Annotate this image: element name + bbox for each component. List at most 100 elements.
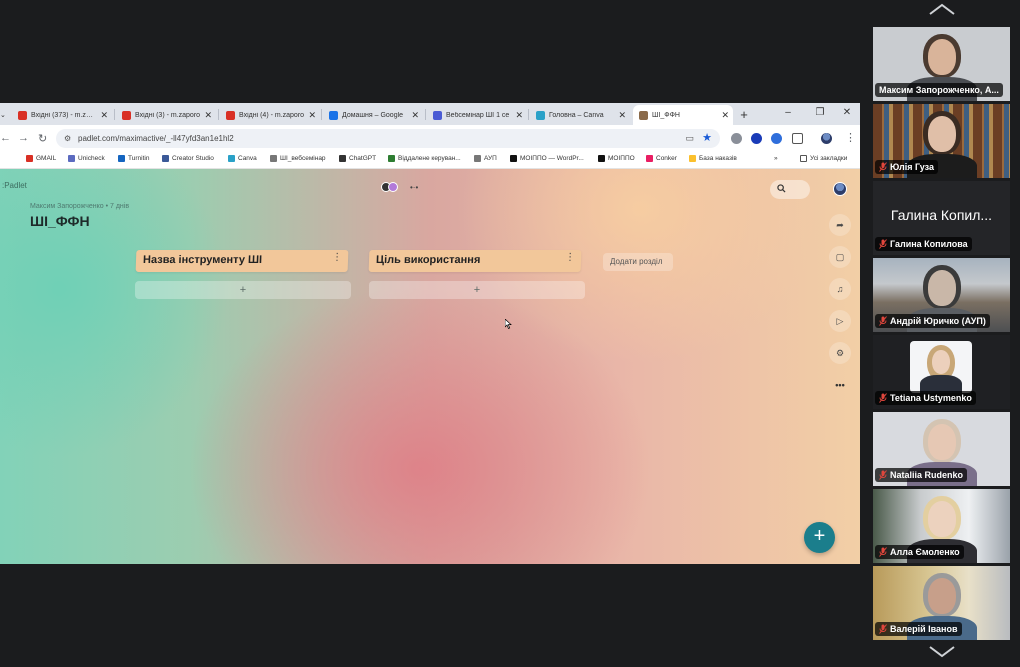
bookmark-item[interactable]: ШІ_вебсемінар bbox=[270, 155, 326, 162]
tab-label: Вхідні (3) - m.zaporo bbox=[135, 111, 201, 119]
scroll-up-icon[interactable] bbox=[928, 2, 956, 20]
bookmark-item[interactable]: ChatGPT bbox=[339, 155, 376, 162]
tab-close-icon[interactable]: ✕ bbox=[204, 110, 212, 121]
tab-close-icon[interactable]: ✕ bbox=[515, 110, 523, 121]
minimize-icon[interactable]: – bbox=[778, 107, 798, 118]
bell-icon[interactable]: ♫ bbox=[829, 278, 851, 300]
mic-muted-icon bbox=[879, 624, 887, 634]
bookmark-label: МОІППО — WordPr... bbox=[520, 155, 584, 162]
tab-label: Головна – Canva bbox=[549, 111, 604, 119]
settings-icon[interactable]: ⚙ bbox=[829, 342, 851, 364]
bookmark-item[interactable]: Віддалене керуван... bbox=[388, 155, 461, 162]
participant-tile[interactable]: Андрій Юричко (АУП) bbox=[873, 258, 1010, 332]
participant-tile[interactable]: Валерій Іванов bbox=[873, 566, 1010, 640]
maximize-icon[interactable]: ❐ bbox=[810, 107, 830, 118]
tab-close-icon[interactable]: ✕ bbox=[411, 110, 419, 121]
meeting-screen: Вхідні (373) - m.zaporo✕Вхідні (3) - m.z… bbox=[0, 0, 1020, 667]
extension-icon[interactable] bbox=[771, 133, 782, 144]
bookmark-item[interactable]: Conker bbox=[646, 155, 677, 162]
board-title: ШІ_ФФН bbox=[30, 213, 90, 229]
folder-icon bbox=[800, 155, 807, 162]
tab-separator bbox=[528, 109, 529, 120]
reload-icon[interactable]: ↻ bbox=[38, 132, 47, 145]
browser-tab[interactable]: Головна – Canva ✕ bbox=[530, 105, 630, 125]
participant-name-label: Алла Ємоленко bbox=[875, 545, 964, 559]
bookmark-star-icon[interactable]: ★ bbox=[702, 129, 712, 148]
share-icon[interactable]: ➦ bbox=[829, 214, 851, 236]
install-app-icon[interactable]: ▭ bbox=[685, 129, 694, 148]
add-post-fab[interactable]: + bbox=[804, 522, 835, 553]
gmail-icon bbox=[122, 110, 131, 120]
participant-tile[interactable]: Юлія Гуза bbox=[873, 104, 1010, 178]
close-window-icon[interactable]: ✕ bbox=[837, 107, 857, 118]
bookmark-item[interactable]: Creator Studio bbox=[162, 155, 214, 162]
browser-tab[interactable]: Вхідні (4) - m.zaporo ✕ bbox=[220, 105, 320, 125]
participant-tile[interactable]: Tetiana Ustymenko bbox=[873, 335, 1010, 409]
forward-icon[interactable]: → bbox=[18, 132, 29, 144]
participant-tile[interactable]: Галина Копил... Галина Копилова bbox=[873, 181, 1010, 255]
section-header[interactable]: Ціль використання ⋮ bbox=[368, 250, 582, 272]
browser-tab[interactable]: Вебсемінар ШІ 1 се ✕ bbox=[427, 105, 527, 125]
new-tab-button[interactable]: + bbox=[736, 107, 752, 123]
tab-label: Вебсемінар ШІ 1 се bbox=[446, 111, 510, 119]
url-field[interactable]: ⚙ padlet.com/maximactive/_-ll47yfd3an1e1… bbox=[56, 129, 720, 148]
bookmarks-overflow-button[interactable]: » bbox=[774, 155, 778, 162]
bookmark-label: Creator Studio bbox=[172, 155, 214, 162]
mic-muted-icon bbox=[879, 547, 887, 557]
bookmark-item[interactable]: База наказів bbox=[689, 155, 737, 162]
collaborator-avatars: •·• bbox=[381, 182, 418, 192]
extensions-puzzle-icon[interactable] bbox=[792, 133, 803, 144]
bookmark-item[interactable]: Turnitin bbox=[118, 155, 149, 162]
browser-tab[interactable]: Вхідні (373) - m.zaporo ✕ bbox=[12, 105, 112, 125]
tab-close-icon[interactable]: ✕ bbox=[618, 110, 626, 121]
extension-icon[interactable] bbox=[731, 133, 742, 144]
bookmark-item[interactable]: АУП bbox=[474, 155, 497, 162]
participant-name: Юлія Гуза bbox=[890, 162, 935, 172]
bookmark-item[interactable]: Canva bbox=[228, 155, 257, 162]
tab-separator bbox=[114, 109, 115, 120]
bookmark-item[interactable]: МОІППО — WordPr... bbox=[510, 155, 584, 162]
tab-close-icon[interactable]: ✕ bbox=[308, 110, 316, 121]
profile-avatar[interactable] bbox=[821, 133, 832, 144]
board-search-button[interactable] bbox=[770, 180, 810, 199]
browser-tab[interactable]: Вхідні (3) - m.zaporo ✕ bbox=[116, 105, 216, 125]
padlet-logo[interactable]: :Padlet bbox=[2, 181, 27, 190]
more-icon[interactable]: ••• bbox=[829, 374, 851, 396]
bookmark-label: АУП bbox=[484, 155, 497, 162]
participant-name: Андрій Юричко (АУП) bbox=[890, 316, 986, 326]
add-post-button[interactable]: + bbox=[369, 281, 585, 299]
tab-strip: Вхідні (373) - m.zaporo✕Вхідні (3) - m.z… bbox=[0, 103, 860, 125]
bookmark-item[interactable]: Unicheck bbox=[68, 155, 105, 162]
participant-tile[interactable]: Алла Ємоленко bbox=[873, 489, 1010, 563]
play-icon[interactable]: ▷ bbox=[829, 310, 851, 332]
tab-close-icon[interactable]: ✕ bbox=[100, 110, 108, 121]
extension-icon[interactable] bbox=[751, 133, 762, 144]
bookmark-icon bbox=[26, 155, 33, 162]
participant-tile[interactable]: Nataliia Rudenko bbox=[873, 412, 1010, 486]
bookmark-label: ШІ_вебсемінар bbox=[280, 155, 326, 162]
section-header[interactable]: Назва інструменту ШІ ⋮ bbox=[135, 250, 349, 272]
participant-tile[interactable]: Максим Запорожченко, А... bbox=[873, 27, 1010, 101]
more-collaborators-icon[interactable]: •·• bbox=[410, 183, 418, 192]
add-section-button[interactable]: Додати розділ bbox=[603, 253, 673, 271]
browser-tab[interactable]: Домашня – Google ✕ bbox=[323, 105, 423, 125]
browser-tab[interactable]: ШІ_ФФН ✕ bbox=[633, 105, 733, 125]
site-info-icon[interactable]: ⚙ bbox=[64, 129, 71, 148]
back-icon[interactable]: ← bbox=[0, 132, 11, 144]
board-user-avatar[interactable] bbox=[833, 182, 847, 196]
slideshow-icon[interactable]: ▢ bbox=[829, 246, 851, 268]
bookmarks-bar: GMAIL Unicheck Turnitin Creator Studio Canva… bbox=[0, 151, 860, 169]
add-post-button[interactable]: + bbox=[135, 281, 351, 299]
section-menu-icon[interactable]: ⋮ bbox=[332, 252, 342, 263]
avatar bbox=[388, 182, 398, 192]
section-menu-icon[interactable]: ⋮ bbox=[565, 252, 575, 263]
participant-name: Tetiana Ustymenko bbox=[890, 393, 972, 403]
bookmark-icon bbox=[339, 155, 346, 162]
all-bookmarks-button[interactable]: Усі закладки bbox=[800, 155, 847, 162]
bookmark-item[interactable]: GMAIL bbox=[26, 155, 56, 162]
tab-close-icon[interactable]: ✕ bbox=[721, 110, 729, 121]
scroll-down-icon[interactable] bbox=[928, 645, 956, 663]
tab-search-icon[interactable]: ⌄ bbox=[0, 105, 10, 125]
browser-menu-icon[interactable]: ⋮ bbox=[845, 131, 856, 144]
bookmark-item[interactable]: МОІППО bbox=[598, 155, 635, 162]
